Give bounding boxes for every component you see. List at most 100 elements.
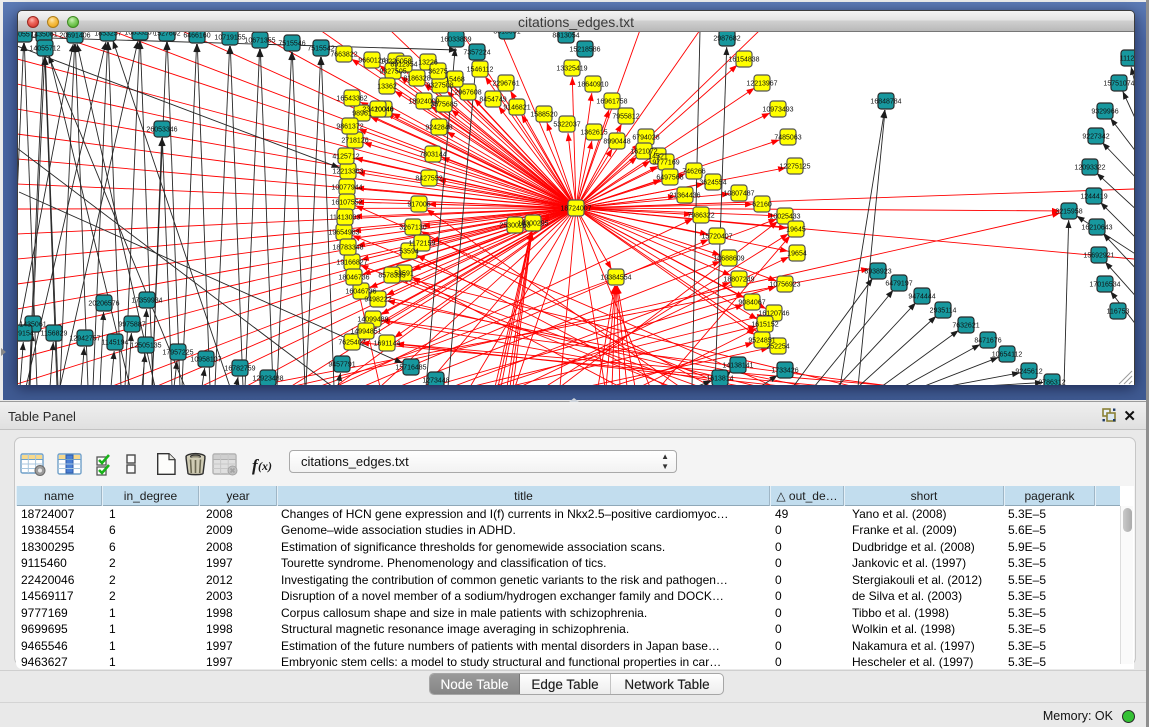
svg-text:16107552: 16107552 [331, 200, 362, 207]
svg-text:10688609: 10688609 [713, 256, 744, 263]
svg-text:10719155: 10719155 [214, 35, 245, 42]
svg-text:2967608: 2967608 [454, 90, 481, 97]
svg-text:2935114: 2935114 [930, 308, 957, 315]
svg-text:9329966: 9329966 [1091, 109, 1118, 116]
svg-text:25300263: 25300263 [499, 223, 530, 230]
svg-text:10671355: 10671355 [244, 38, 275, 45]
svg-text:10756923: 10756923 [769, 282, 800, 289]
svg-text:18046736: 18046736 [338, 275, 369, 282]
svg-text:1853257: 1853257 [94, 32, 121, 38]
svg-text:18783348: 18783348 [332, 245, 363, 252]
svg-text:98961: 98961 [352, 111, 372, 118]
svg-text:7955812: 7955812 [612, 114, 639, 121]
svg-text:6794028: 6794028 [632, 135, 659, 142]
svg-text:1588520: 1588520 [530, 112, 557, 119]
svg-text:12213967: 12213967 [746, 81, 777, 88]
svg-text:19166827: 19166827 [336, 260, 367, 267]
svg-text:14138141: 14138141 [722, 363, 753, 370]
svg-text:3267130: 3267130 [399, 225, 426, 232]
svg-text:2718126: 2718126 [341, 138, 368, 145]
svg-text:10654112: 10654112 [992, 352, 1023, 359]
svg-text:9245612: 9245612 [1015, 369, 1042, 376]
svg-text:(x): (x) [258, 459, 272, 473]
svg-text:9975887: 9975887 [118, 322, 145, 329]
svg-text:3215958: 3215958 [1055, 209, 1082, 216]
svg-text:1435061: 1435061 [19, 322, 46, 329]
svg-text:2987682: 2987682 [713, 36, 740, 43]
svg-text:12093322: 12093322 [1074, 165, 1105, 172]
svg-text:1156829: 1156829 [41, 331, 68, 338]
svg-text:14099489: 14099489 [357, 317, 388, 324]
svg-text:17016534: 17016534 [1089, 282, 1120, 289]
svg-text:8813054: 8813054 [552, 33, 579, 40]
svg-text:12213363: 12213363 [332, 169, 363, 176]
svg-text:9457791: 9457791 [328, 362, 355, 369]
svg-text:8578335: 8578335 [378, 273, 405, 280]
svg-text:16782759: 16782759 [224, 366, 255, 373]
svg-text:7625402: 7625402 [338, 340, 365, 347]
svg-text:16120746: 16120746 [758, 311, 789, 318]
svg-text:6479197: 6479197 [885, 281, 912, 288]
svg-text:8471676: 8471676 [974, 338, 1001, 345]
svg-text:1691144: 1691144 [374, 341, 401, 348]
svg-text:7986322: 7986322 [687, 213, 714, 220]
svg-text:6497568: 6497568 [656, 175, 683, 182]
svg-text:9474444: 9474444 [908, 294, 935, 301]
svg-text:917006: 917006 [407, 202, 430, 209]
svg-text:16046736: 16046736 [345, 289, 376, 296]
svg-text:9861372: 9861372 [336, 124, 363, 131]
svg-text:16848784: 16848784 [870, 99, 901, 106]
svg-text:1244419: 1244419 [1080, 194, 1107, 201]
svg-text:19654983: 19654983 [328, 230, 359, 237]
svg-text:12505135: 12505135 [130, 343, 161, 350]
svg-text:7485063: 7485063 [774, 135, 801, 142]
svg-text:1733426: 1733426 [771, 368, 798, 375]
svg-text:15716485: 15716485 [395, 365, 426, 372]
svg-text:11413093: 11413093 [330, 215, 361, 222]
svg-text:18724007: 18724007 [560, 206, 591, 213]
svg-text:19645: 19645 [786, 227, 806, 234]
svg-text:8427552: 8427552 [415, 176, 442, 183]
svg-text:1172159: 1172159 [409, 241, 436, 248]
svg-text:8813051: 8813051 [493, 32, 520, 36]
svg-text:15692921: 15692921 [1083, 253, 1114, 260]
svg-text:9146821: 9146821 [503, 105, 530, 112]
svg-text:7632621: 7632621 [952, 323, 979, 330]
svg-text:9777169: 9777169 [652, 160, 679, 167]
svg-text:15218586: 15218586 [569, 47, 600, 54]
svg-text:13325419: 13325419 [556, 66, 587, 73]
svg-text:10077944: 10077944 [331, 185, 362, 192]
svg-text:6466160: 6466160 [183, 33, 210, 40]
svg-text:5322037: 5322037 [553, 122, 580, 129]
svg-text:12942757: 12942757 [69, 336, 100, 343]
svg-text:18640910: 18640910 [577, 82, 608, 89]
svg-text:36275: 36275 [428, 69, 448, 76]
svg-text:9327508: 9327508 [426, 83, 453, 90]
svg-text:10958107: 10958107 [190, 357, 221, 364]
svg-text:10973493: 10973493 [762, 107, 793, 114]
svg-text:9242848: 9242848 [425, 125, 452, 132]
svg-text:19654: 19654 [787, 251, 807, 258]
svg-text:26053346: 26053346 [146, 127, 177, 134]
svg-text:252254: 252254 [766, 344, 789, 351]
svg-text:53594: 53594 [399, 249, 419, 256]
svg-text:21364436: 21364436 [669, 193, 700, 200]
svg-text:12275125: 12275125 [779, 164, 810, 171]
svg-text:11123: 11123 [1120, 56, 1134, 63]
svg-text:10025433: 10025433 [769, 214, 800, 221]
svg-text:12923488: 12923488 [252, 376, 283, 383]
svg-text:15751074: 15751074 [1103, 81, 1134, 88]
svg-text:1613814: 1613814 [706, 376, 733, 383]
svg-text:8186328: 8186328 [403, 76, 430, 83]
svg-text:1546112: 1546112 [467, 67, 494, 74]
svg-text:746266: 746266 [682, 169, 705, 176]
svg-text:16543362: 16543362 [336, 96, 367, 103]
svg-text:9660124: 9660124 [358, 58, 385, 65]
svg-text:2296761: 2296761 [492, 81, 519, 88]
svg-text:1527602: 1527602 [153, 32, 180, 38]
svg-text:8454749: 8454749 [479, 97, 506, 104]
svg-text:20691406: 20691406 [59, 33, 90, 40]
svg-text:7803144: 7803144 [419, 152, 446, 159]
svg-text:7515546: 7515546 [278, 41, 305, 48]
svg-text:1273448: 1273448 [422, 378, 449, 385]
